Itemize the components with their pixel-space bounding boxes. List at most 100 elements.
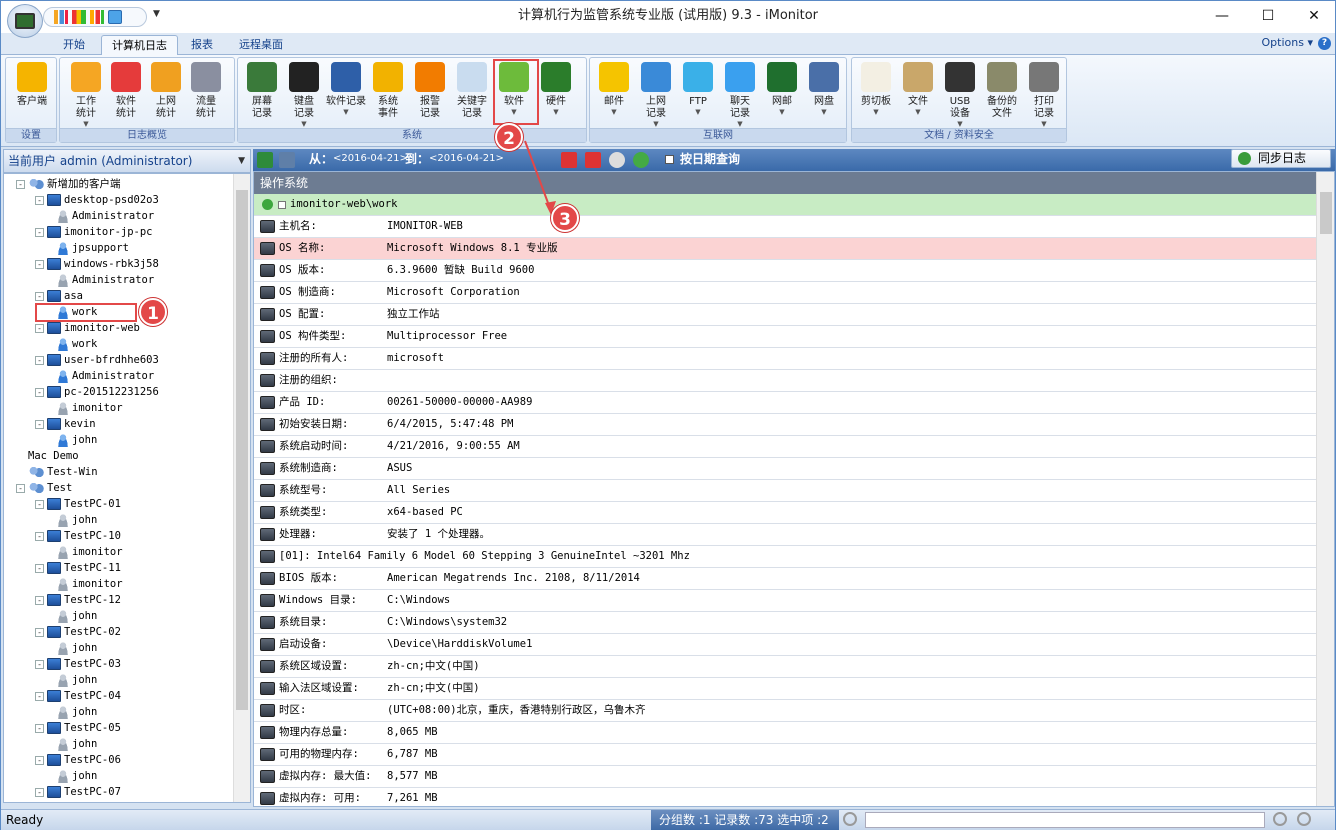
table-row[interactable]: 时区: (UTC+08:00)北京，重庆，香港特别行政区，乌鲁木齐 <box>254 700 1316 722</box>
ribbon-button-4-0[interactable]: 剪切板 ▼ <box>856 61 896 127</box>
tree-scrollbar[interactable] <box>233 174 250 802</box>
tree-node[interactable]: - desktop-psd02o3 <box>35 192 159 208</box>
table-row[interactable]: 虚拟内存: 最大值: 8,577 MB <box>254 766 1316 788</box>
options-menu[interactable]: Options ▾ <box>1262 36 1313 49</box>
table-row[interactable]: OS 版本: 6.3.9600 暂缺 Build 9600 <box>254 260 1316 282</box>
group-row[interactable]: imonitor-web\work <box>254 194 1316 216</box>
tab-computer-log[interactable]: 计算机日志 <box>101 35 178 56</box>
ribbon-button-0-0[interactable]: 客户端 <box>12 61 52 127</box>
tree-node[interactable]: Administrator <box>54 368 154 384</box>
tree-expander-icon[interactable]: - <box>35 291 44 301</box>
tree-expander-icon[interactable]: - <box>35 531 44 541</box>
table-row[interactable]: 注册的所有人: microsoft <box>254 348 1316 370</box>
tree-expander-icon[interactable]: - <box>35 563 44 573</box>
ribbon-button-2-2[interactable]: 软件记录 ▼ <box>326 61 366 127</box>
ribbon-button-4-2[interactable]: USB 设备 ▼ <box>940 61 980 128</box>
sync-log-button[interactable]: 同步日志 <box>1231 149 1331 168</box>
table-row[interactable]: BIOS 版本: American Megatrends Inc. 2108, 8… <box>254 568 1316 590</box>
tree-node[interactable]: - kevin <box>35 416 96 432</box>
tree-expander-icon[interactable]: - <box>35 787 44 797</box>
table-row[interactable]: 处理器: 安装了 1 个处理器。 <box>254 524 1316 546</box>
excel-export-icon[interactable] <box>257 152 273 168</box>
table-row[interactable]: 虚拟内存: 可用: 7,261 MB <box>254 788 1316 806</box>
tree-node[interactable]: john <box>54 640 97 656</box>
tree-node[interactable]: Administrator <box>54 272 154 288</box>
column-chart-icon[interactable] <box>90 10 104 24</box>
tree-expander-icon[interactable]: - <box>35 387 44 397</box>
ribbon-button-2-0[interactable]: 屏幕 记录 <box>242 61 282 127</box>
grid-scroll-thumb[interactable] <box>1320 192 1332 234</box>
table-row[interactable]: 系统启动时间: 4/21/2016, 9:00:55 AM <box>254 436 1316 458</box>
ribbon-button-3-1[interactable]: 上网 记录 ▼ <box>636 61 676 128</box>
tree-node[interactable]: imonitor <box>54 576 123 592</box>
tree-node[interactable]: - TestPC-10 <box>35 528 121 544</box>
table-row[interactable]: 系统区域设置: zh-cn;中文(中国) <box>254 656 1316 678</box>
tree-node[interactable]: john <box>54 672 97 688</box>
table-row[interactable]: 产品 ID: 00261-50000-00000-AA989 <box>254 392 1316 414</box>
table-row[interactable]: OS 配置: 独立工作站 <box>254 304 1316 326</box>
tree-node[interactable]: - imonitor-web <box>35 320 140 336</box>
tree-node[interactable]: - Test <box>16 480 72 496</box>
ribbon-button-2-4[interactable]: 报警 记录 <box>410 61 450 127</box>
ribbon-button-3-4[interactable]: 网邮 ▼ <box>762 61 802 127</box>
image-export-icon[interactable] <box>279 152 295 168</box>
tree-node[interactable]: - asa <box>35 288 83 304</box>
ribbon-button-4-3[interactable]: 备份的 文件 <box>982 61 1022 127</box>
to-date[interactable]: <2016-04-21> <box>429 149 504 169</box>
ribbon-button-2-5[interactable]: 关键字 记录 <box>452 61 492 127</box>
ribbon-button-4-1[interactable]: 文件 ▼ <box>898 61 938 127</box>
tree-node[interactable]: - TestPC-03 <box>35 656 121 672</box>
tree-scroll-thumb[interactable] <box>236 190 248 710</box>
ribbon-button-3-0[interactable]: 邮件 ▼ <box>594 61 634 127</box>
tree-expander-icon[interactable]: - <box>16 179 25 189</box>
clock-icon[interactable] <box>609 152 625 168</box>
table-row[interactable]: 系统目录: C:\Windows\system32 <box>254 612 1316 634</box>
monitor-icon[interactable] <box>108 10 122 24</box>
tree-node[interactable]: - imonitor-jp-pc <box>35 224 153 240</box>
tree-node[interactable]: john <box>54 768 97 784</box>
table-row[interactable]: 物理内存总量: 8,065 MB <box>254 722 1316 744</box>
by-date-checkbox[interactable] <box>665 155 674 164</box>
table-row[interactable]: OS 制造商: Microsoft Corporation <box>254 282 1316 304</box>
tab-start[interactable]: 开始 <box>53 35 95 56</box>
tree-node[interactable]: john <box>54 432 97 448</box>
close-button[interactable]: ✕ <box>1291 1 1336 31</box>
tree-node[interactable]: - TestPC-06 <box>35 752 121 768</box>
tree-node[interactable]: jpsupport <box>54 240 129 256</box>
quick-access-dropdown-icon[interactable]: ▼ <box>153 9 160 19</box>
tree-node[interactable]: - TestPC-12 <box>35 592 121 608</box>
tree-expander-icon[interactable]: - <box>35 355 44 365</box>
table-row[interactable]: 可用的物理内存: 6,787 MB <box>254 744 1316 766</box>
tree-node[interactable]: Mac Demo <box>16 448 79 464</box>
tree-node[interactable]: john <box>54 608 97 624</box>
minimize-button[interactable]: — <box>1199 1 1245 31</box>
tree-node[interactable]: - TestPC-05 <box>35 720 121 736</box>
tree-node[interactable]: imonitor <box>54 544 123 560</box>
tree-node[interactable]: john <box>54 736 97 752</box>
zoom-out-icon[interactable] <box>1297 812 1311 826</box>
table-row[interactable]: 启动设备: \Device\HarddiskVolume1 <box>254 634 1316 656</box>
ribbon-button-1-3[interactable]: 流量 统计 <box>186 61 226 127</box>
tree-expander-icon[interactable]: - <box>35 627 44 637</box>
tree-node[interactable]: - 新增加的客户端 <box>16 176 121 192</box>
tree-expander-icon[interactable]: - <box>35 691 44 701</box>
current-user-header[interactable]: 当前用户 admin (Administrator) ▼ <box>3 149 251 173</box>
tree-expander-icon[interactable]: - <box>35 419 44 429</box>
tree-expander-icon[interactable]: - <box>35 323 44 333</box>
tree-expander-icon[interactable]: - <box>35 723 44 733</box>
from-date[interactable]: <2016-04-21> <box>333 149 408 169</box>
tab-remote-desktop[interactable]: 远程桌面 <box>229 35 293 56</box>
ribbon-button-2-1[interactable]: 键盘 记录 ▼ <box>284 61 324 128</box>
ribbon-button-1-1[interactable]: 软件 统计 <box>106 61 146 127</box>
status-search-input[interactable] <box>865 812 1265 828</box>
ribbon-button-1-0[interactable]: 工作 统计 ▼ <box>66 61 106 128</box>
tree-expander-icon[interactable]: - <box>35 259 44 269</box>
maximize-button[interactable]: ☐ <box>1245 1 1291 31</box>
refresh-icon[interactable] <box>633 152 649 168</box>
tree-node[interactable]: - TestPC-01 <box>35 496 121 512</box>
multi-bar-icon[interactable] <box>72 10 86 24</box>
tree-node[interactable]: - pc-201512231256 <box>35 384 159 400</box>
table-row[interactable]: OS 构件类型: Multiprocessor Free <box>254 326 1316 348</box>
ribbon-button-3-5[interactable]: 网盘 ▼ <box>804 61 844 127</box>
tree-expander-icon[interactable]: - <box>35 195 44 205</box>
